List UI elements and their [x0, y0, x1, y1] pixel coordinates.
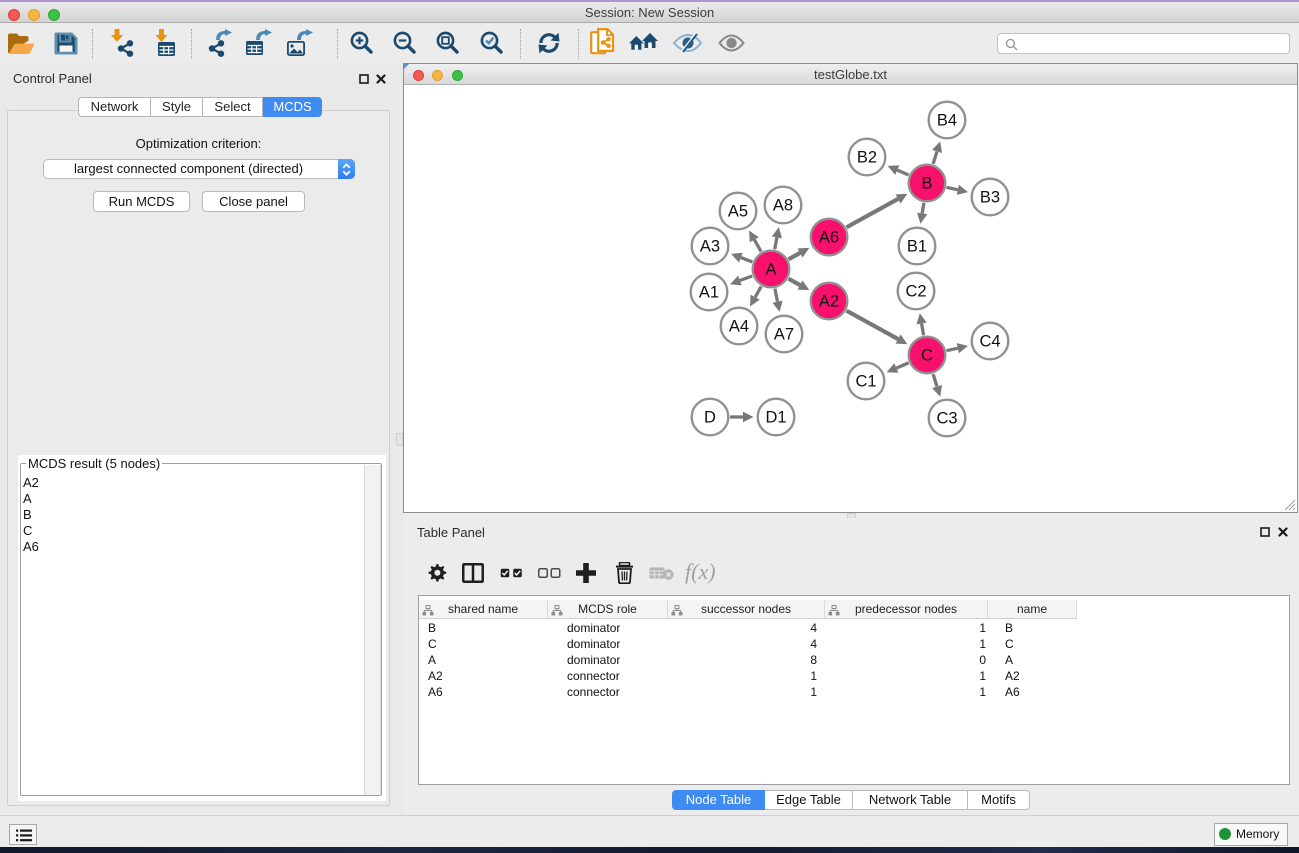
svg-text:A1: A1: [699, 284, 719, 302]
svg-text:A3: A3: [700, 238, 720, 256]
svg-text:A5: A5: [728, 203, 748, 221]
svg-text:B2: B2: [857, 149, 877, 167]
svg-text:B3: B3: [980, 189, 1000, 207]
svg-text:A6: A6: [819, 229, 839, 247]
svg-text:D: D: [704, 409, 716, 427]
svg-text:C2: C2: [905, 283, 926, 301]
svg-text:C1: C1: [855, 373, 876, 391]
svg-text:A4: A4: [729, 318, 749, 336]
svg-text:A7: A7: [774, 326, 794, 344]
svg-text:B1: B1: [907, 238, 927, 256]
svg-text:D1: D1: [765, 409, 786, 427]
svg-text:C: C: [921, 347, 933, 365]
svg-text:C4: C4: [979, 333, 1000, 351]
svg-text:A2: A2: [819, 293, 839, 311]
svg-text:C3: C3: [936, 410, 957, 428]
svg-text:A: A: [765, 261, 776, 279]
svg-text:A8: A8: [773, 197, 793, 215]
svg-text:B: B: [921, 175, 932, 193]
svg-text:B4: B4: [937, 112, 957, 130]
